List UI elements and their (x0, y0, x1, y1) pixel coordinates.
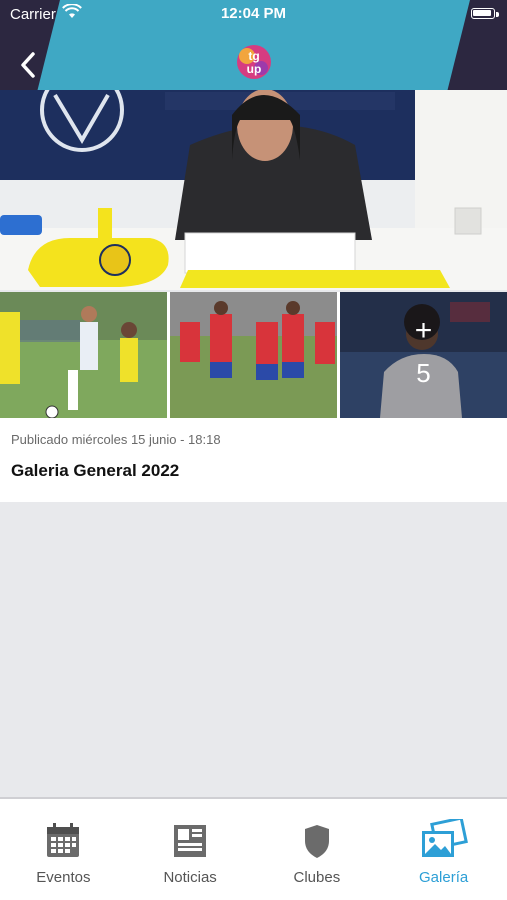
app-header: Carrier 12:04 PM tg up (0, 0, 507, 90)
gallery-thumbnails: + 5 (0, 292, 507, 418)
more-photos-count: 5 (416, 358, 431, 388)
tab-eventos-label: Eventos (36, 869, 91, 886)
post-published-date: Publicado miércoles 15 junio - 18:18 (11, 432, 221, 447)
battery-icon (471, 8, 495, 19)
post-card[interactable]: Publicado miércoles 15 junio - 18:18 Gal… (0, 418, 507, 502)
gallery-thumbnail-more[interactable]: + 5 (340, 292, 507, 418)
tab-clubes[interactable]: Clubes (254, 799, 381, 900)
hero-photo[interactable] (0, 90, 507, 290)
shield-icon (304, 825, 329, 858)
logo-text-top: tg (248, 49, 259, 63)
back-button[interactable] (14, 50, 44, 80)
calendar-icon (47, 823, 80, 857)
tab-eventos[interactable]: Eventos (0, 799, 127, 900)
app-logo: tg up (237, 45, 271, 79)
hero-photo-illustration (0, 90, 507, 290)
tab-noticias-label: Noticias (163, 869, 217, 886)
tab-noticias[interactable]: Noticias (127, 799, 254, 900)
post-title: Galeria General 2022 (11, 461, 180, 480)
status-bar: Carrier 12:04 PM (0, 0, 507, 28)
bottom-tab-bar: Eventos Noticias Clubes Galería (0, 797, 507, 900)
more-photos-plus: + (414, 314, 433, 347)
gallery-icon (421, 819, 468, 857)
gallery-thumbnail-2[interactable] (170, 292, 337, 418)
logo-text-bottom: up (247, 62, 262, 76)
gallery-thumbnail-1[interactable] (0, 292, 167, 418)
tab-galeria[interactable]: Galería (380, 799, 507, 900)
newspaper-icon (174, 825, 207, 857)
tab-galeria-label: Galería (419, 869, 469, 886)
status-time: 12:04 PM (220, 5, 287, 22)
tab-clubes-label: Clubes (293, 869, 341, 886)
